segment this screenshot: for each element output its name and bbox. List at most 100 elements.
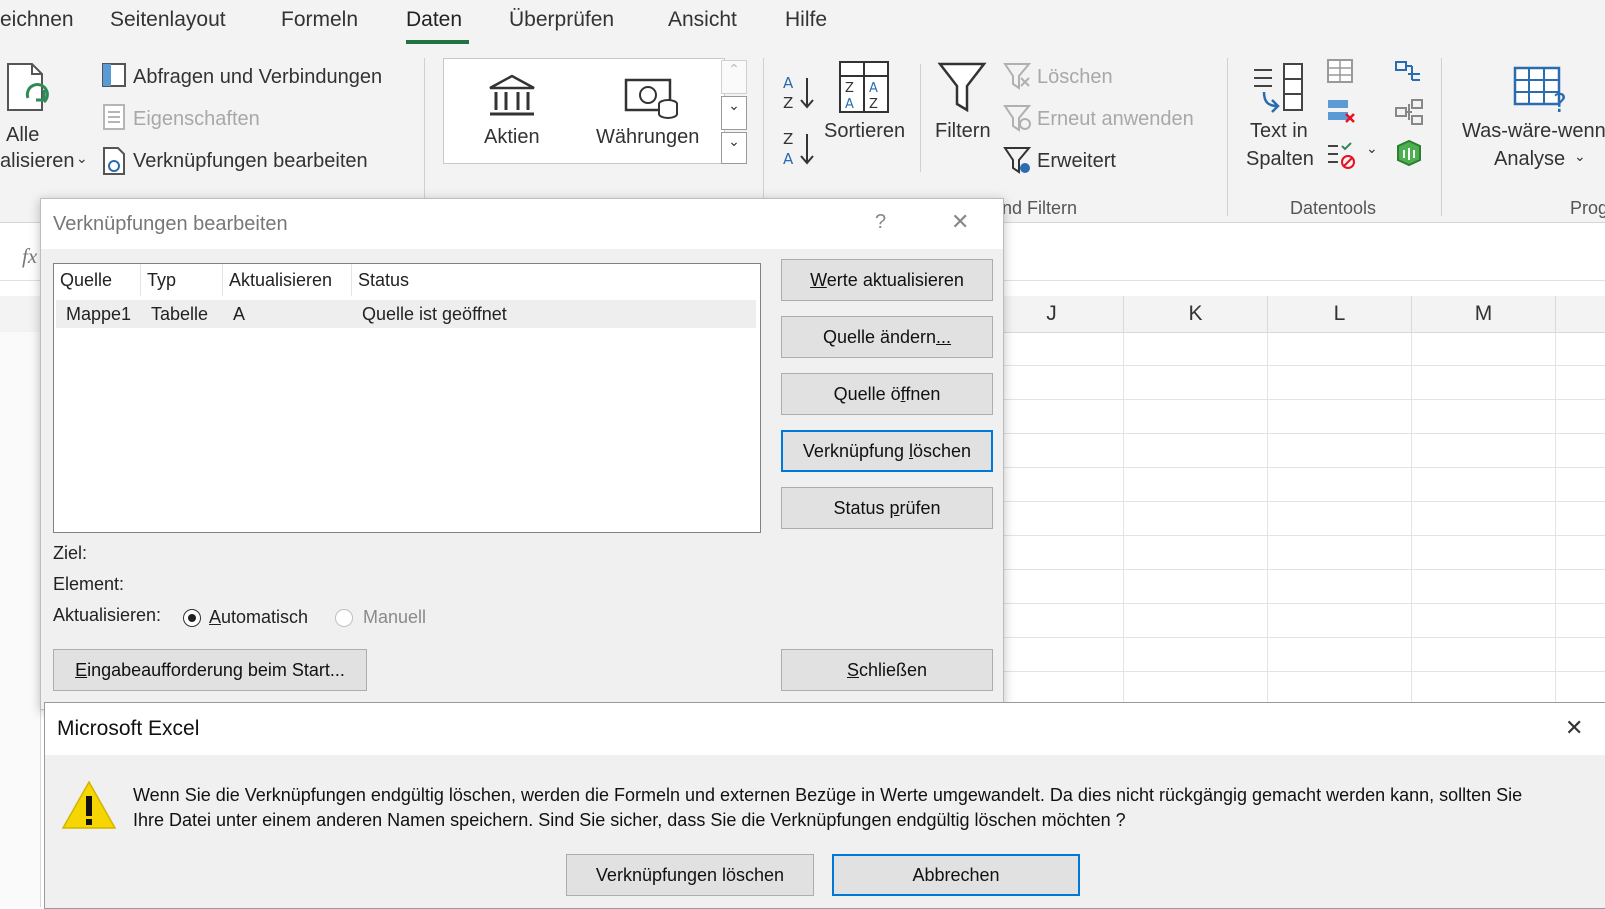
- cell-update: A: [233, 304, 246, 324]
- group-label-datatools: Datentools: [1290, 198, 1377, 218]
- tab-ansicht[interactable]: Ansicht: [668, 8, 737, 32]
- group-label-sort-filter: nd Filtern: [1002, 198, 1078, 218]
- help-icon[interactable]: ?: [875, 211, 886, 234]
- svg-text:?: ?: [1553, 89, 1567, 114]
- check-status-button[interactable]: Status prüfen: [781, 487, 993, 529]
- column-header-status[interactable]: Status: [352, 264, 758, 296]
- what-if-analysis-icon[interactable]: ?: [1513, 64, 1571, 114]
- tab-seitenlayout[interactable]: Seitenlayout: [110, 8, 226, 32]
- edit-links-button[interactable]: Verknüpfungen bearbeiten: [133, 150, 368, 173]
- sort-button[interactable]: Sortieren: [824, 120, 905, 143]
- currencies-datatype-button[interactable]: Währungen: [596, 126, 699, 149]
- sort-icon[interactable]: Z A A Z: [838, 60, 890, 114]
- group-label-forecast: Prog: [1570, 198, 1605, 218]
- chevron-down-icon[interactable]: ⌄: [1574, 148, 1586, 165]
- stocks-datatype-button[interactable]: Aktien: [484, 126, 540, 149]
- text-to-columns-icon[interactable]: [1250, 62, 1306, 114]
- svg-text:Z: Z: [783, 94, 793, 112]
- properties-button[interactable]: Eigenschaften: [133, 108, 260, 131]
- what-if-label-2[interactable]: Analyse: [1494, 148, 1565, 171]
- ribbon-separator: [920, 64, 921, 172]
- change-source-button[interactable]: Quelle ändern...: [781, 316, 993, 358]
- tab-hilfe[interactable]: Hilfe: [785, 8, 827, 32]
- row-headers: [0, 332, 41, 907]
- text-to-columns-label-2[interactable]: Spalten: [1246, 148, 1314, 171]
- chevron-down-icon[interactable]: ⌄: [76, 150, 88, 167]
- bank-icon[interactable]: [486, 72, 538, 118]
- clear-filter-button[interactable]: Löschen: [1037, 66, 1113, 89]
- reapply-filter-button[interactable]: Erneut anwenden: [1037, 108, 1194, 131]
- manual-update-radio[interactable]: [335, 609, 353, 627]
- links-list[interactable]: Quelle Typ Aktualisieren Status Mappe1 T…: [53, 263, 761, 533]
- dialog-title: Verknüpfungen bearbeiten: [53, 213, 288, 235]
- alert-titlebar: Microsoft Excel ✕: [45, 703, 1605, 755]
- ribbon-separator: [424, 58, 425, 198]
- svg-text:A: A: [783, 74, 794, 92]
- sort-za-icon[interactable]: Z A: [781, 128, 817, 170]
- queries-connections-button[interactable]: Abfragen und Verbindungen: [133, 66, 382, 89]
- close-icon[interactable]: ✕: [1565, 715, 1583, 741]
- consolidate-icon[interactable]: [1394, 60, 1424, 86]
- fx-icon[interactable]: fx: [22, 244, 37, 269]
- table-row[interactable]: Mappe1 Tabelle A Quelle ist geöffnet: [56, 300, 756, 328]
- close-button[interactable]: Schließen: [781, 649, 993, 691]
- data-validation-icon[interactable]: [1326, 140, 1358, 170]
- cell-source: Mappe1: [66, 304, 132, 324]
- manual-update-label[interactable]: Manuell: [363, 607, 426, 628]
- chevron-down-icon[interactable]: ⌄: [1366, 140, 1378, 157]
- update-mode-label: Aktualisieren:: [53, 605, 162, 625]
- clear-filter-icon: [1003, 63, 1032, 90]
- gallery-more-icon[interactable]: ⌄: [721, 132, 747, 164]
- tab-daten[interactable]: Daten: [406, 8, 462, 32]
- confirm-break-links-button[interactable]: Verknüpfungen löschen: [566, 854, 814, 896]
- svg-text:Z: Z: [783, 130, 793, 148]
- queries-connections-icon: [102, 63, 126, 87]
- filter-icon[interactable]: [937, 60, 987, 114]
- text-to-columns-label-1[interactable]: Text in: [1250, 120, 1308, 143]
- column-header-update[interactable]: Aktualisieren: [223, 264, 352, 296]
- refresh-all-label-1[interactable]: Alle: [6, 124, 39, 147]
- column-header-k[interactable]: K: [1124, 296, 1268, 332]
- column-header-l[interactable]: L: [1268, 296, 1412, 332]
- element-label: Element:: [53, 574, 125, 594]
- tab-ueberpruefen[interactable]: Überprüfen: [509, 8, 614, 32]
- auto-update-label[interactable]: Automatisch: [209, 607, 308, 628]
- what-if-label-1[interactable]: Was-wäre-wenn: [1462, 120, 1605, 143]
- active-tab-indicator: [406, 40, 469, 44]
- advanced-filter-button[interactable]: Erweitert: [1037, 150, 1116, 173]
- remove-duplicates-icon[interactable]: [1326, 98, 1356, 126]
- dialog-titlebar: Verknüpfungen bearbeiten ? ✕: [41, 199, 1003, 249]
- edit-links-icon: [103, 147, 125, 175]
- ribbon: eichnen Seitenlayout Formeln Daten Überp…: [0, 0, 1605, 223]
- gallery-scroll-down-icon[interactable]: ⌄: [721, 96, 747, 130]
- column-header-m[interactable]: M: [1412, 296, 1556, 332]
- sort-az-icon[interactable]: A Z: [781, 72, 817, 114]
- svg-text:A: A: [783, 150, 794, 168]
- column-header-source[interactable]: Quelle: [54, 264, 141, 296]
- alert-title: Microsoft Excel: [57, 717, 200, 740]
- tab-zeichnen[interactable]: eichnen: [0, 8, 74, 32]
- open-source-button[interactable]: Quelle öffnen: [781, 373, 993, 415]
- startup-prompt-button[interactable]: Eingabeaufforderung beim Start...: [53, 649, 367, 691]
- close-icon[interactable]: ✕: [951, 209, 969, 235]
- relationships-icon[interactable]: [1394, 98, 1424, 126]
- svg-text:A: A: [845, 97, 854, 112]
- tab-formeln[interactable]: Formeln: [281, 8, 358, 32]
- auto-update-radio[interactable]: [183, 609, 201, 627]
- update-values-button[interactable]: Werte aktualisieren: [781, 259, 993, 301]
- cell-status: Quelle ist geöffnet: [362, 304, 507, 324]
- properties-icon: [103, 104, 125, 130]
- reapply-filter-icon: [1003, 105, 1032, 132]
- gallery-scroll-up-icon[interactable]: ⌃: [721, 60, 747, 94]
- currency-icon[interactable]: [624, 76, 680, 122]
- refresh-all-icon[interactable]: [4, 60, 54, 116]
- filter-button[interactable]: Filtern: [935, 120, 991, 143]
- break-link-button[interactable]: Verknüpfung löschen: [781, 430, 993, 472]
- cancel-button[interactable]: Abbrechen: [832, 854, 1080, 896]
- ribbon-separator: [763, 58, 764, 198]
- flash-fill-icon[interactable]: [1326, 58, 1356, 86]
- refresh-all-label-2[interactable]: alisieren: [0, 150, 74, 173]
- data-model-icon[interactable]: [1394, 138, 1424, 168]
- alert-message-line-2: Ihre Datei unter einem anderen Namen spe…: [133, 810, 1126, 830]
- column-header-type[interactable]: Typ: [141, 264, 223, 296]
